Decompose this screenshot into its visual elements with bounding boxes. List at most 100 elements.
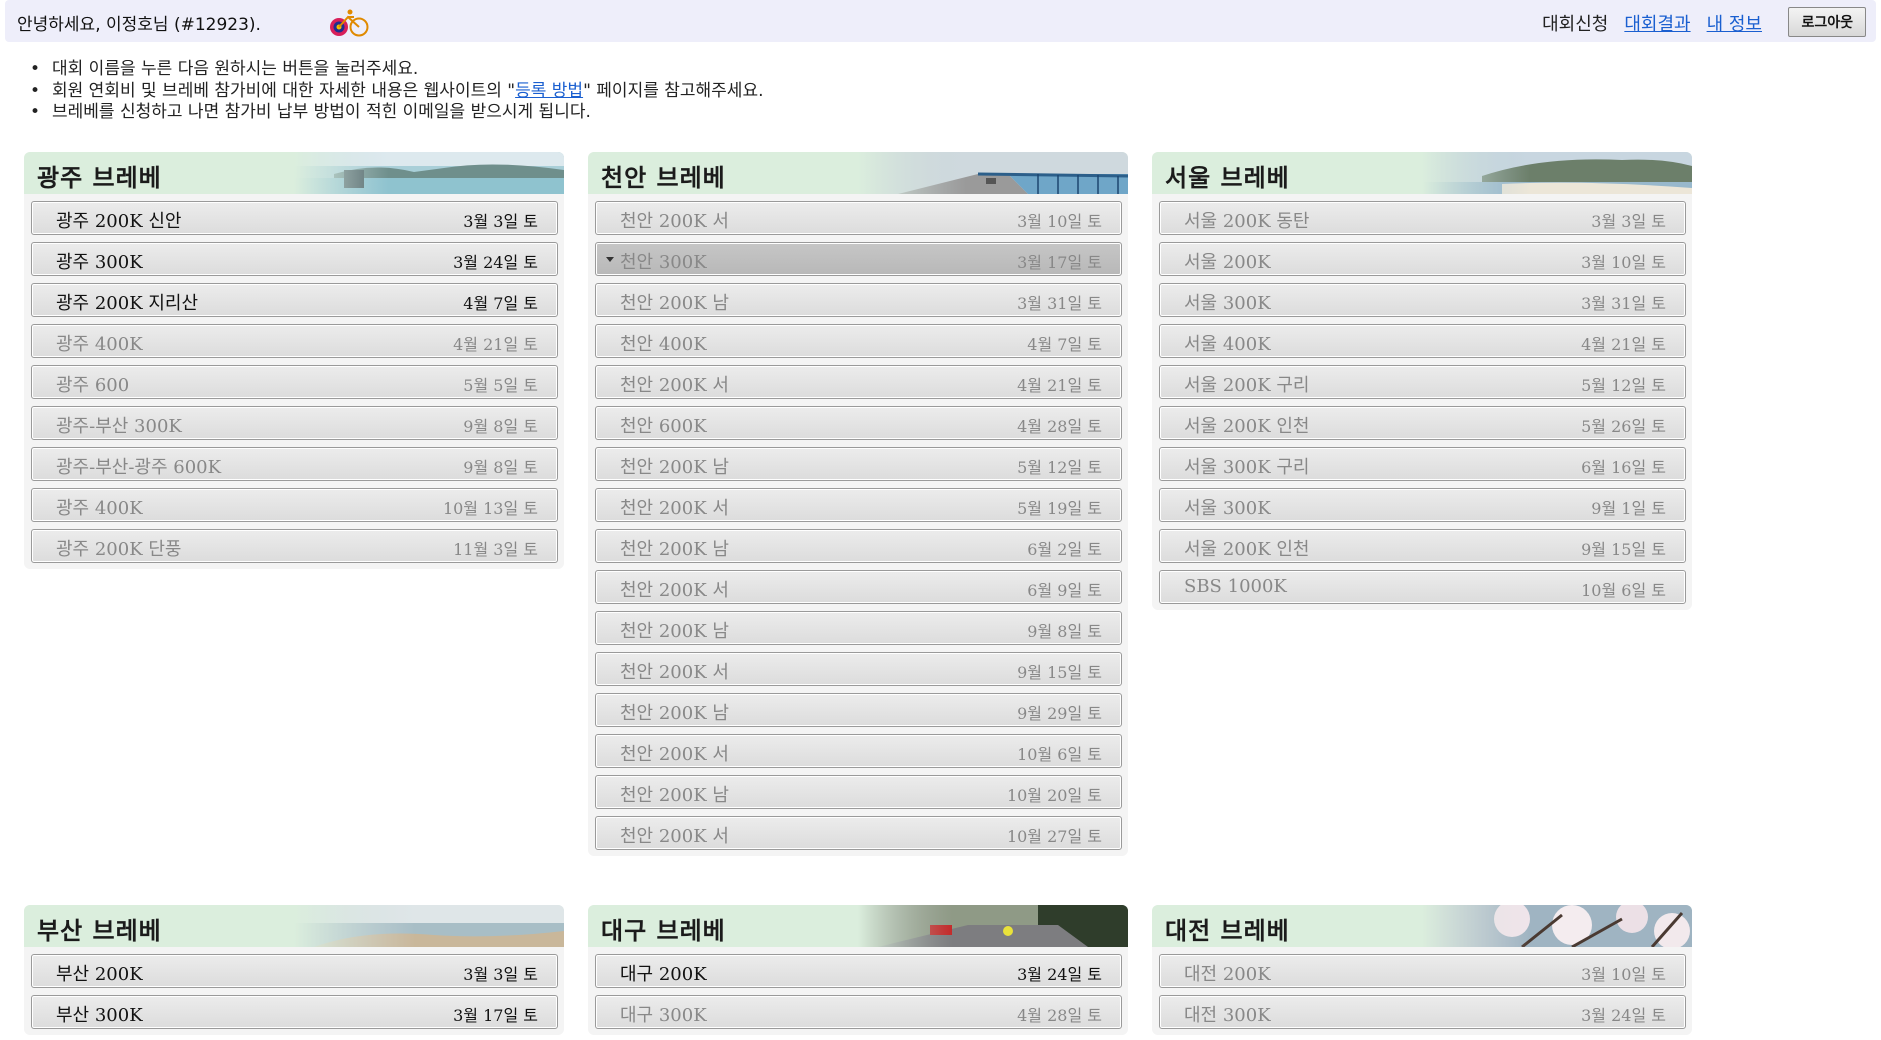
region-panel: 서울 브레베 서울 200K 동탄 3월 3일 토 서울 200K 3월 10일 토 서울… [1152, 152, 1692, 610]
event-button[interactable]: 대전 300K 3월 24일 토 [1159, 995, 1686, 1029]
event-name: 서울 300K 구리 [1184, 457, 1310, 478]
region-banner-image [294, 905, 564, 947]
event-name: 광주 300K [56, 252, 143, 273]
logout-button[interactable]: 로그아웃 [1788, 7, 1866, 37]
event-button[interactable]: 천안 200K 서 10월 27일 토 [595, 816, 1122, 850]
nav-apply[interactable]: 대회신청 [1542, 14, 1608, 35]
event-button[interactable]: 광주 400K 10월 13일 토 [31, 488, 558, 522]
event-date: 3월 31일 토 [1017, 294, 1102, 313]
event-button[interactable]: 광주 300K 3월 24일 토 [31, 242, 558, 276]
event-name: 천안 200K 서 [620, 580, 729, 601]
event-button[interactable]: 서울 200K 3월 10일 토 [1159, 242, 1686, 276]
event-button[interactable]: 광주 600 5월 5일 토 [31, 365, 558, 399]
event-button[interactable]: 천안 600K 4월 28일 토 [595, 406, 1122, 440]
event-date: 3월 17일 토 [1017, 253, 1102, 272]
event-date: 5월 19일 토 [1017, 499, 1102, 518]
event-button[interactable]: 천안 200K 남 6월 2일 토 [595, 529, 1122, 563]
event-name: 서울 400K [1184, 334, 1271, 355]
event-button[interactable]: 광주 200K 지리산 4월 7일 토 [31, 283, 558, 317]
event-name: 천안 200K 남 [620, 293, 729, 314]
event-button[interactable]: 서울 200K 구리 5월 12일 토 [1159, 365, 1686, 399]
region-title: 서울 브레베 [1165, 164, 1290, 192]
event-button[interactable]: 대구 300K 4월 28일 토 [595, 995, 1122, 1029]
event-date: 3월 10일 토 [1017, 212, 1102, 231]
event-name: 천안 300K [620, 252, 707, 273]
event-date: 5월 12일 토 [1017, 458, 1102, 477]
event-date: 4월 21일 토 [453, 335, 538, 354]
event-button[interactable]: SBS 1000K 10월 6일 토 [1159, 570, 1686, 604]
event-date: 3월 3일 토 [463, 212, 538, 231]
event-button[interactable]: 천안 200K 서 10월 6일 토 [595, 734, 1122, 768]
event-name: 광주 200K 단풍 [56, 539, 182, 560]
event-button[interactable]: 서울 400K 4월 21일 토 [1159, 324, 1686, 358]
event-button[interactable]: 서울 300K 3월 31일 토 [1159, 283, 1686, 317]
event-button[interactable]: 천안 200K 서 5월 19일 토 [595, 488, 1122, 522]
event-button[interactable]: 천안 200K 남 9월 29일 토 [595, 693, 1122, 727]
event-button[interactable]: 광주-부산-광주 600K 9월 8일 토 [31, 447, 558, 481]
region-panel-header: 천안 브레베 [588, 152, 1128, 194]
event-button[interactable]: 천안 300K 3월 17일 토 [595, 242, 1122, 276]
event-button[interactable]: 서울 200K 인천 5월 26일 토 [1159, 406, 1686, 440]
event-button[interactable]: 대구 200K 3월 24일 토 [595, 954, 1122, 988]
event-name: 서울 200K 동탄 [1184, 211, 1310, 232]
event-button[interactable]: 부산 200K 3월 3일 토 [31, 954, 558, 988]
registration-guide-link[interactable]: 등록 방법 [515, 81, 583, 101]
event-button[interactable]: 천안 200K 서 6월 9일 토 [595, 570, 1122, 604]
event-name: 광주-부산 300K [56, 416, 182, 437]
event-date: 9월 15일 토 [1581, 540, 1666, 559]
region-title: 부산 브레베 [37, 917, 162, 945]
event-name: 천안 200K 서 [620, 211, 729, 232]
event-date: 3월 3일 토 [463, 965, 538, 984]
event-button[interactable]: 광주 200K 단풍 11월 3일 토 [31, 529, 558, 563]
nav-results-link[interactable]: 대회결과 [1624, 14, 1690, 35]
region-panel: 대구 브레베대구 200K 3월 24일 토대구 300K 4월 28일 토 [588, 905, 1128, 1035]
event-name: SBS 1000K [1184, 576, 1287, 597]
region-banner-image [1422, 905, 1692, 947]
event-button[interactable]: 대전 200K 3월 10일 토 [1159, 954, 1686, 988]
event-date: 3월 24일 토 [453, 253, 538, 272]
event-date: 6월 16일 토 [1581, 458, 1666, 477]
event-button[interactable]: 천안 200K 서 3월 10일 토 [595, 201, 1122, 235]
event-name: 서울 200K [1184, 252, 1271, 273]
event-date: 3월 3일 토 [1591, 212, 1666, 231]
event-button[interactable]: 천안 200K 남 9월 8일 토 [595, 611, 1122, 645]
event-button[interactable]: 천안 200K 남 3월 31일 토 [595, 283, 1122, 317]
event-button[interactable]: 천안 400K 4월 7일 토 [595, 324, 1122, 358]
event-button[interactable]: 광주-부산 300K 9월 8일 토 [31, 406, 558, 440]
event-button[interactable]: 천안 200K 남 5월 12일 토 [595, 447, 1122, 481]
event-button[interactable]: 천안 200K 서 9월 15일 토 [595, 652, 1122, 686]
event-name: 천안 200K 서 [620, 375, 729, 396]
event-name: 대구 200K [620, 964, 707, 985]
event-date: 10월 13일 토 [442, 499, 538, 518]
event-name: 천안 200K 서 [620, 662, 729, 683]
event-button[interactable]: 서울 200K 동탄 3월 3일 토 [1159, 201, 1686, 235]
event-button[interactable]: 천안 200K 남 10월 20일 토 [595, 775, 1122, 809]
event-button[interactable]: 광주 200K 신안 3월 3일 토 [31, 201, 558, 235]
event-date: 4월 7일 토 [1027, 335, 1102, 354]
note-item: • 대회 이름을 누른 다음 원하시는 버튼을 눌러주세요. [30, 59, 419, 79]
region-panel-header: 대구 브레베 [588, 905, 1128, 947]
event-date: 3월 24일 토 [1017, 965, 1102, 984]
region-panel-header: 서울 브레베 [1152, 152, 1692, 194]
event-button[interactable]: 광주 400K 4월 21일 토 [31, 324, 558, 358]
event-name: 부산 300K [56, 1005, 143, 1026]
region-title: 천안 브레베 [601, 164, 726, 192]
region-panel-header: 부산 브레베 [24, 905, 564, 947]
event-name: 대전 300K [1184, 1005, 1271, 1026]
event-button[interactable]: 서울 300K 구리 6월 16일 토 [1159, 447, 1686, 481]
event-name: 천안 200K 남 [620, 621, 729, 642]
event-button[interactable]: 서울 200K 인천 9월 15일 토 [1159, 529, 1686, 563]
greeting-text: 안녕하세요, 이정호님 (#12923). [17, 15, 261, 35]
event-name: 광주-부산-광주 600K [56, 457, 222, 478]
event-button[interactable]: 서울 300K 9월 1일 토 [1159, 488, 1686, 522]
event-date: 4월 21일 토 [1017, 376, 1102, 395]
event-name: 대전 200K [1184, 964, 1271, 985]
event-name: 광주 400K [56, 498, 143, 519]
event-button[interactable]: 천안 200K 서 4월 21일 토 [595, 365, 1122, 399]
region-banner-image [294, 152, 564, 194]
nav-my-info-link[interactable]: 내 정보 [1707, 14, 1762, 35]
event-name: 광주 200K 지리산 [56, 293, 199, 314]
event-button[interactable]: 부산 300K 3월 17일 토 [31, 995, 558, 1029]
region-panel: 대전 브레베 대전 200K 3월 10일 토 대전 300K 3월 24일 토 [1152, 905, 1692, 1035]
event-name: 천안 200K 남 [620, 703, 729, 724]
